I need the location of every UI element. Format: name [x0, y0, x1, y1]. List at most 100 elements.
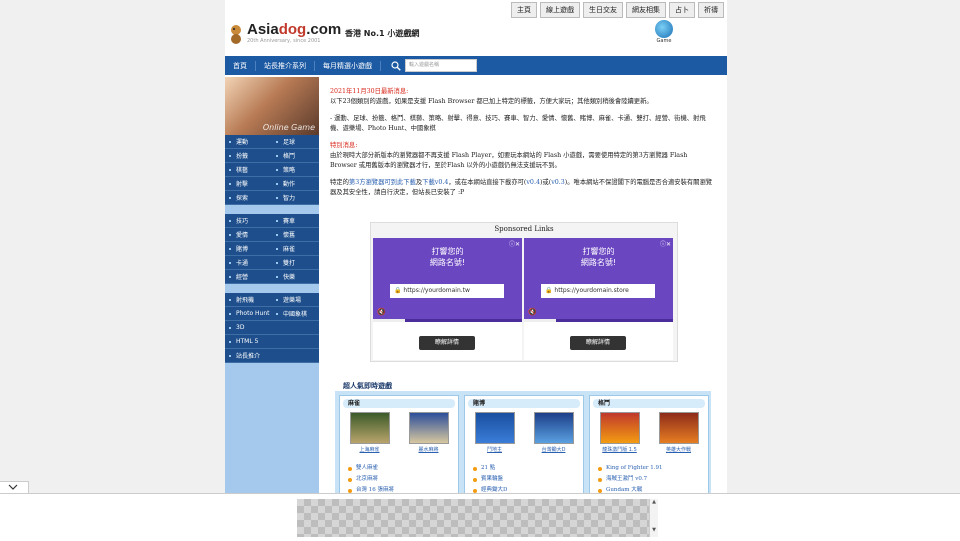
popular-games-title: 超人氣即時遊戲	[343, 382, 392, 390]
lock-icon: 🔒	[394, 287, 402, 294]
game-thumb[interactable]: 龍珠激鬥版 1.5	[595, 412, 645, 453]
game-link[interactable]: Gundam 大戰	[598, 485, 708, 493]
sidebar-item[interactable]: 格鬥	[272, 149, 319, 162]
game-link[interactable]: 雙人麻雀	[348, 463, 458, 474]
sidebar-item[interactable]: HTML 5	[225, 335, 272, 348]
category-title[interactable]: 格鬥	[593, 399, 705, 408]
sidebar-item[interactable]: 快樂	[272, 270, 319, 283]
sidebar-item[interactable]: 愛情	[225, 228, 272, 241]
ad-close-icon[interactable]: ⓘ✕	[660, 239, 671, 248]
category-title[interactable]: 麻雀	[343, 399, 455, 408]
sidebar-item[interactable]: 中國象棋	[272, 307, 319, 320]
top-nav-albums[interactable]: 網友相集	[626, 2, 666, 18]
nav-monthly-picks[interactable]: 每月精選小遊戲	[315, 60, 381, 71]
game-link[interactable]: 經典鋤大D	[473, 485, 583, 493]
sidebar-item[interactable]: 站長推介	[225, 349, 272, 362]
popular-games-panel: 麻雀 上海麻雀 麗水麻將 雙人麻雀 北京麻將 台灣 16 張麻將 賭博 鬥地主 …	[335, 391, 711, 493]
browser-download-text: 特定的第3方瀏覽器可到此下載及下載v0.4，或在本網站直接下載亦可(v0.4)或…	[330, 179, 713, 196]
sidebar-item[interactable]: 麻雀	[272, 242, 319, 255]
game-thumb[interactable]: 英雄大作戰	[654, 412, 704, 453]
sidebar-item[interactable]: 探索	[225, 191, 272, 204]
top-nav-prayer[interactable]: 祈禱	[698, 2, 724, 18]
game-link[interactable]: 21 點	[473, 463, 583, 474]
game-thumb[interactable]: 鬥地主	[470, 412, 520, 453]
sidebar-item[interactable]: 足球	[272, 135, 319, 148]
game-thumb[interactable]: 麗水麻將	[404, 412, 454, 453]
category-title[interactable]: 賭博	[468, 399, 580, 408]
site-logo[interactable]: Asiadog.com 20th Anniversary, since 2001	[229, 22, 341, 44]
nav-webmaster-picks[interactable]: 站長推介系列	[256, 60, 315, 71]
ad-close-icon[interactable]: ⓘ✕	[509, 239, 520, 248]
banner-caption: Online Game	[262, 123, 315, 132]
notice-title: 特別消息:	[330, 142, 358, 149]
ad-headline: 打響您的 網路名號!	[429, 247, 466, 267]
sidebar-item[interactable]: Photo Hunt	[225, 307, 272, 320]
browser-link[interactable]: 第3方瀏覽器可到此下載	[349, 179, 416, 186]
notice-body: 由於現時大部分新版本的瀏覽器都不再支援 Flash Player，如要玩本網站的…	[330, 152, 688, 169]
sidebar-item[interactable]: 運動	[225, 135, 272, 148]
main-navbar: 首頁 站長推介系列 每月精選小遊戲 輸入遊戲名稱	[225, 56, 727, 75]
sidebar-item[interactable]: 遊樂場	[272, 293, 319, 306]
game-link[interactable]: 北京麻將	[348, 474, 458, 485]
game-thumb[interactable]: 台灣鋤大D	[529, 412, 579, 453]
sidebar-item[interactable]: 雙打	[272, 256, 319, 269]
news-title: 2021年11月30日最新消息:	[330, 88, 409, 95]
sidebar-item[interactable]: 懷舊	[272, 228, 319, 241]
version-link-3[interactable]: v0.3	[551, 179, 565, 186]
game-globe-icon	[655, 20, 673, 38]
sponsored-title: Sponsored Links	[494, 225, 554, 233]
mute-icon[interactable]: 🔇	[377, 308, 386, 316]
nav-home[interactable]: 首頁	[225, 60, 256, 71]
sidebar-item[interactable]: 經營	[225, 270, 272, 283]
sidebar-item-empty	[272, 349, 319, 362]
mute-icon[interactable]: 🔇	[528, 308, 537, 316]
top-nav-birthday[interactable]: 生日交友	[583, 2, 623, 18]
scroll-up-icon[interactable]: ▲	[650, 499, 658, 505]
sidebar-item[interactable]: 射擊	[225, 177, 272, 190]
sidebar-item-empty	[272, 321, 319, 334]
category-fighting: 格鬥 龍珠激鬥版 1.5 英雄大作戰 King of Fighter 1.91 …	[589, 395, 709, 493]
game-logo[interactable]: Game	[653, 20, 675, 44]
game-link[interactable]: 海賊王激鬥 v0.7	[598, 474, 708, 485]
sidebar-item[interactable]: 動作	[272, 177, 319, 190]
top-nav-home[interactable]: 主頁	[511, 2, 537, 18]
scroll-down-icon[interactable]: ▼	[650, 527, 658, 533]
news-content: 2021年11月30日最新消息: 以下23個類別的遊戲，如果是支援 Flash …	[330, 87, 716, 205]
game-link[interactable]: 台灣 16 張麻將	[348, 485, 458, 493]
bottom-ad-banner[interactable]	[297, 499, 649, 537]
chevron-down-icon	[8, 484, 18, 490]
search-icon[interactable]	[391, 60, 401, 71]
ad-card[interactable]: ⓘ✕ 打響您的 網路名號! 🔒 https://yourdomain.tw 🔇 瞭…	[373, 238, 522, 360]
sidebar-banner-image: Online Game	[225, 77, 319, 135]
sidebar-group-3: 射飛機 遊樂場 Photo Hunt 中國象棋 3D HTML 5 站長推介	[225, 293, 319, 363]
ad-card[interactable]: ⓘ✕ 打響您的 網路名號! 🔒 https://yourdomain.store …	[524, 238, 673, 360]
download-link[interactable]: 下載	[422, 179, 435, 186]
search-input[interactable]: 輸入遊戲名稱	[405, 59, 477, 72]
version-link-2[interactable]: v0.4	[526, 179, 540, 186]
sidebar-item[interactable]: 卡通	[225, 256, 272, 269]
learn-more-button[interactable]: 瞭解詳情	[570, 336, 626, 350]
logo-subtitle: 20th Anniversary, since 2001	[247, 38, 321, 44]
game-thumb[interactable]: 上海麻雀	[345, 412, 395, 453]
bottom-ad-scrollbar[interactable]: ▲ ▼	[649, 499, 658, 537]
game-label: Game	[656, 38, 672, 44]
ad-progress-bar	[373, 319, 522, 322]
sidebar-item[interactable]: 技巧	[225, 214, 272, 227]
sidebar-item[interactable]: 智力	[272, 191, 319, 204]
sidebar-item[interactable]: 賭博	[225, 242, 272, 255]
top-nav-online-games[interactable]: 線上遊戲	[540, 2, 580, 18]
ad-url-field: 🔒 https://yourdomain.tw	[390, 284, 504, 298]
top-nav-fortune[interactable]: 占卜	[669, 2, 695, 18]
site-tagline: 香港 No.1 小遊戲網	[345, 29, 420, 38]
sidebar-item[interactable]: 3D	[225, 321, 272, 334]
game-link[interactable]: 賓果輪盤	[473, 474, 583, 485]
sidebar-item[interactable]: 射飛機	[225, 293, 272, 306]
learn-more-button[interactable]: 瞭解詳情	[419, 336, 475, 350]
game-link[interactable]: King of Fighter 1.91	[598, 463, 708, 474]
sidebar-item[interactable]: 扮籤	[225, 149, 272, 162]
sidebar-item[interactable]: 賽車	[272, 214, 319, 227]
sidebar-group-1: 運動 足球 扮籤 格鬥 棋藝 策略 射擊 動作 探索 智力	[225, 135, 319, 205]
version-link-1[interactable]: v0.4	[435, 179, 449, 186]
sidebar-item[interactable]: 策略	[272, 163, 319, 176]
sidebar-item[interactable]: 棋藝	[225, 163, 272, 176]
